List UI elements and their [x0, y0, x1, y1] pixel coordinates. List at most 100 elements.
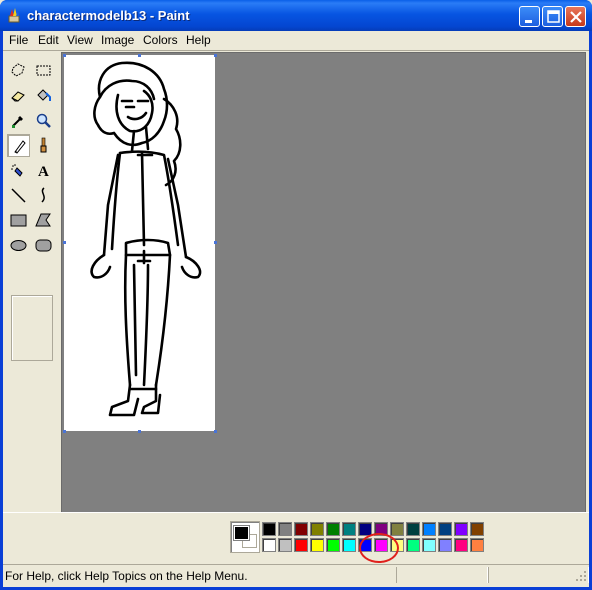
palette-color-swatch[interactable]: [326, 538, 340, 552]
fill-tool[interactable]: [32, 84, 55, 107]
pick-color-tool[interactable]: [7, 109, 30, 132]
palette-color-swatch[interactable]: [358, 522, 372, 536]
paint-bucket-icon: [37, 89, 51, 101]
palette-color-swatch[interactable]: [310, 538, 324, 552]
color-palette: [3, 512, 589, 563]
menu-image[interactable]: Image: [101, 33, 134, 47]
ellipse-tool[interactable]: [7, 234, 30, 257]
rounded-rectangle-tool[interactable]: [32, 234, 55, 257]
palette-color-swatch[interactable]: [454, 522, 468, 536]
free-form-select-tool[interactable]: [7, 59, 30, 82]
polygon-tool[interactable]: [32, 209, 55, 232]
close-icon: [570, 11, 582, 23]
minimize-button[interactable]: [519, 6, 540, 27]
svg-text:A: A: [38, 164, 49, 179]
paint-app-icon: [8, 8, 20, 23]
palette-color-swatch[interactable]: [278, 522, 292, 536]
rect-select-icon: [36, 65, 51, 76]
resize-handle: [214, 54, 217, 57]
resize-grip-icon[interactable]: [575, 570, 587, 582]
window-title: charactermodelb13 - Paint: [27, 8, 190, 23]
magnifier-tool[interactable]: [32, 109, 55, 132]
menu-view[interactable]: View: [67, 33, 93, 47]
resize-handle[interactable]: [214, 430, 217, 433]
palette-color-swatch[interactable]: [438, 538, 452, 552]
palette-color-swatch[interactable]: [406, 538, 420, 552]
toolbox: A: [3, 53, 58, 535]
brush-icon: [40, 137, 47, 153]
palette-color-swatch[interactable]: [326, 522, 340, 536]
pencil-icon: [14, 140, 26, 154]
palette-color-swatch[interactable]: [278, 538, 292, 552]
maximize-button[interactable]: [542, 6, 563, 27]
status-help-text: For Help, click Help Topics on the Help …: [5, 569, 248, 583]
airbrush-icon: [11, 164, 23, 177]
maximize-icon: [547, 10, 560, 23]
palette-color-swatch[interactable]: [390, 522, 404, 536]
text-tool[interactable]: A: [32, 159, 55, 182]
rectangle-icon: [10, 214, 27, 227]
line-icon: [11, 188, 26, 203]
palette-color-swatch[interactable]: [294, 522, 308, 536]
palette-color-swatch[interactable]: [454, 538, 468, 552]
palette-color-swatch[interactable]: [422, 538, 436, 552]
resize-handle: [63, 54, 66, 57]
palette-color-swatch[interactable]: [342, 538, 356, 552]
status-bar: For Help, click Help Topics on the Help …: [3, 564, 589, 584]
airbrush-tool[interactable]: [7, 159, 30, 182]
menu-divider: [3, 50, 589, 51]
palette-color-swatch[interactable]: [374, 522, 388, 536]
foreground-color: [233, 525, 250, 541]
palette-color-swatch[interactable]: [390, 538, 404, 552]
brush-tool[interactable]: [32, 134, 55, 157]
menu-bar: File Edit View Image Colors Help: [3, 31, 589, 49]
palette-color-swatch[interactable]: [342, 522, 356, 536]
menu-edit[interactable]: Edit: [38, 33, 59, 47]
free-form-select-icon: [11, 63, 25, 77]
palette-color-swatch[interactable]: [310, 522, 324, 536]
palette-color-swatch[interactable]: [358, 538, 372, 552]
rounded-rectangle-icon: [35, 239, 52, 252]
palette-color-swatch[interactable]: [422, 522, 436, 536]
menu-help[interactable]: Help: [186, 33, 211, 47]
palette-color-swatch[interactable]: [406, 522, 420, 536]
title-bar[interactable]: charactermodelb13 - Paint: [0, 0, 592, 31]
palette-color-swatch[interactable]: [470, 538, 484, 552]
curve-icon: [41, 187, 45, 203]
palette-color-swatch[interactable]: [294, 538, 308, 552]
eraser-icon: [11, 91, 25, 102]
line-tool[interactable]: [7, 184, 30, 207]
eraser-tool[interactable]: [7, 84, 30, 107]
paint-window: charactermodelb13 - Paint File Edit View…: [0, 0, 592, 590]
resize-handle[interactable]: [138, 430, 141, 433]
rect-select-tool[interactable]: [32, 59, 55, 82]
close-button[interactable]: [565, 6, 586, 27]
resize-handle[interactable]: [214, 241, 217, 244]
polygon-icon: [35, 213, 51, 227]
palette-color-swatch[interactable]: [262, 522, 276, 536]
ellipse-icon: [10, 240, 27, 251]
current-colors: [230, 521, 260, 553]
palette-color-swatch[interactable]: [438, 522, 452, 536]
drawing-canvas[interactable]: [64, 55, 215, 431]
text-icon: A: [38, 164, 49, 179]
minimize-icon: [525, 20, 532, 23]
status-pane-size: [488, 567, 589, 583]
character-drawing: [90, 61, 202, 417]
menu-file[interactable]: File: [9, 33, 28, 47]
curve-tool[interactable]: [32, 184, 55, 207]
menu-colors[interactable]: Colors: [143, 33, 178, 47]
palette-color-swatch[interactable]: [374, 538, 388, 552]
palette-color-swatch[interactable]: [470, 522, 484, 536]
client-area: File Edit View Image Colors Help A For H…: [3, 31, 589, 587]
magnifier-icon: [36, 113, 51, 128]
eyedropper-icon: [12, 116, 23, 128]
resize-handle: [63, 241, 66, 244]
palette-color-swatch[interactable]: [262, 538, 276, 552]
tool-options-box[interactable]: [11, 295, 53, 361]
pencil-tool[interactable]: [7, 134, 30, 157]
resize-handle: [138, 54, 141, 57]
canvas-area[interactable]: [61, 52, 586, 513]
status-pane-position: [396, 567, 488, 583]
rectangle-tool[interactable]: [7, 209, 30, 232]
